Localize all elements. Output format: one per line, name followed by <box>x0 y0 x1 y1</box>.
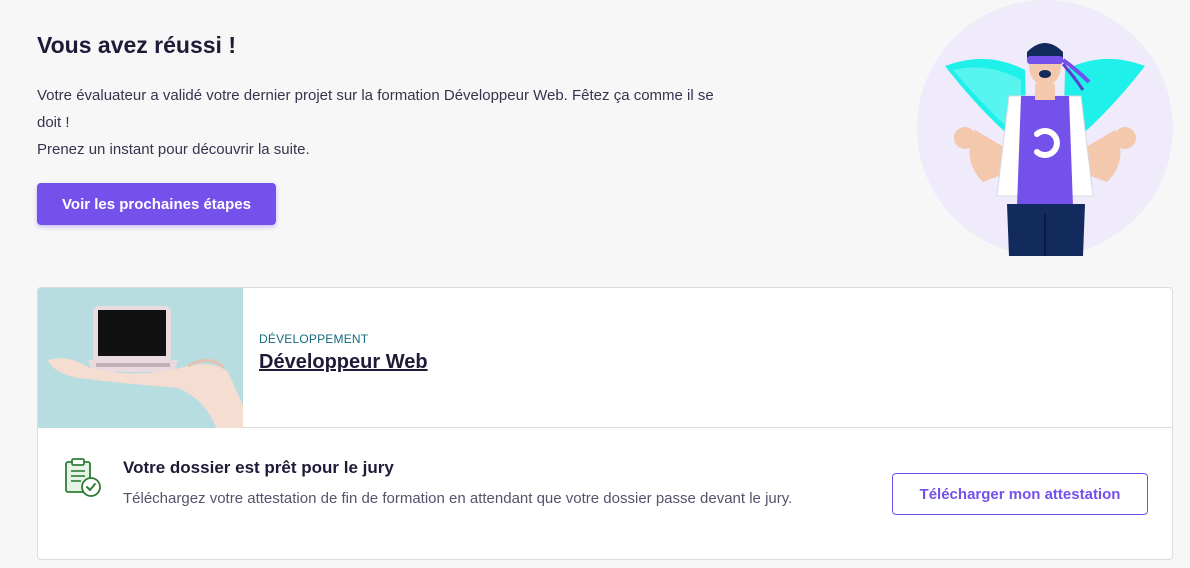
course-title-link[interactable]: Développeur Web <box>259 351 428 374</box>
celebration-illustration <box>917 0 1173 256</box>
clipboard-check-icon <box>65 458 101 497</box>
course-card: DÉVELOPPEMENT Développeur Web Votre doss… <box>37 287 1173 560</box>
course-category: DÉVELOPPEMENT <box>259 332 369 346</box>
course-thumbnail <box>38 288 243 428</box>
hero-description-line-2: Prenez un instant pour découvrir la suit… <box>37 141 310 158</box>
jury-description: Téléchargez votre attestation de fin de … <box>123 490 793 507</box>
page-title: Vous avez réussi ! <box>37 32 236 58</box>
jury-section: Votre dossier est prêt pour le jury Télé… <box>38 429 1172 559</box>
next-steps-button[interactable]: Voir les prochaines étapes <box>37 183 276 225</box>
download-certificate-button[interactable]: Télécharger mon attestation <box>892 473 1148 515</box>
hero-description: Votre évaluateur a validé votre dernier … <box>37 82 727 163</box>
jury-title: Votre dossier est prêt pour le jury <box>123 458 394 477</box>
course-header: DÉVELOPPEMENT Développeur Web <box>38 288 1172 428</box>
hero-description-line-1: Votre évaluateur a validé votre dernier … <box>37 87 714 131</box>
